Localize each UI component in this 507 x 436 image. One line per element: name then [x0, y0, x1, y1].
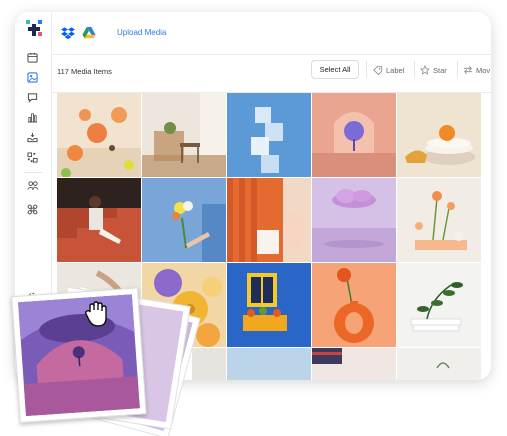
app-logo-icon[interactable]	[25, 19, 43, 37]
media-toolbar: 117 Media Items Select All Label Star Mo…	[51, 54, 491, 93]
dropbox-icon[interactable]	[61, 26, 75, 40]
media-tile-plant-on-books[interactable]	[397, 263, 481, 347]
google-drive-icon[interactable]	[82, 26, 96, 40]
star-button-text: Star	[433, 65, 447, 75]
settings-icon[interactable]	[25, 290, 40, 305]
sidebar-divider	[24, 172, 42, 173]
media-tile-yellow-window[interactable]	[227, 263, 311, 347]
media-count: 117 Media Items	[57, 67, 112, 76]
media-tile-flowers-bouquet-sky[interactable]	[142, 178, 226, 262]
media-tile-orange-on-plates[interactable]	[397, 93, 481, 177]
qr-icon[interactable]	[25, 150, 40, 165]
move-arrows-icon	[463, 65, 473, 75]
toolbar-divider	[414, 61, 415, 79]
tag-icon	[373, 66, 383, 75]
media-tile-candle-orange[interactable]	[227, 178, 311, 262]
media-tile-pink-cloud[interactable]	[312, 178, 396, 262]
select-all-button[interactable]: Select All	[311, 60, 359, 79]
label-button[interactable]: Label	[373, 65, 404, 75]
media-grid	[57, 93, 483, 380]
media-tile-row4-3[interactable]	[227, 348, 311, 380]
media-tile-row4-4[interactable]	[312, 348, 396, 380]
media-tile-orange-vase[interactable]	[312, 263, 396, 347]
move-button[interactable]: Mov	[463, 65, 490, 75]
inbox-icon[interactable]	[25, 130, 40, 145]
analytics-icon[interactable]	[25, 110, 40, 125]
integrations-icon[interactable]	[25, 202, 40, 217]
media-tile-row4-5[interactable]	[397, 348, 481, 380]
media-tile-cocktails[interactable]	[57, 93, 141, 177]
media-tile-girl-on-stairs[interactable]	[57, 178, 141, 262]
upload-media-link[interactable]: Upload Media	[117, 28, 166, 37]
star-icon	[420, 65, 430, 75]
users-icon[interactable]	[25, 178, 40, 193]
calendar-icon[interactable]	[25, 50, 40, 65]
star-button[interactable]: Star	[420, 65, 447, 75]
media-tile-row4-1[interactable]	[57, 348, 141, 380]
label-button-text: Label	[386, 65, 405, 75]
media-app-window: Upload Media 117 Media Items Select All …	[15, 12, 491, 380]
move-button-text: Mov	[476, 65, 491, 75]
top-bar: Upload Media	[51, 12, 491, 55]
media-tile-row4-2[interactable]	[142, 348, 226, 380]
media-tile-purple-tree-arch[interactable]	[312, 93, 396, 177]
media-tile-ice-cubes[interactable]	[227, 93, 311, 177]
sidebar	[15, 12, 52, 380]
media-tile-hand-reaching[interactable]	[57, 263, 141, 347]
chat-icon[interactable]	[25, 90, 40, 105]
media-library-icon[interactable]	[25, 70, 40, 85]
toolbar-divider	[366, 61, 367, 79]
media-tile-flowers-in-vase[interactable]	[397, 178, 481, 262]
toolbar-divider	[457, 61, 458, 79]
media-tile-dining-room[interactable]	[142, 93, 226, 177]
media-tile-yellow-flowers[interactable]	[142, 263, 226, 347]
